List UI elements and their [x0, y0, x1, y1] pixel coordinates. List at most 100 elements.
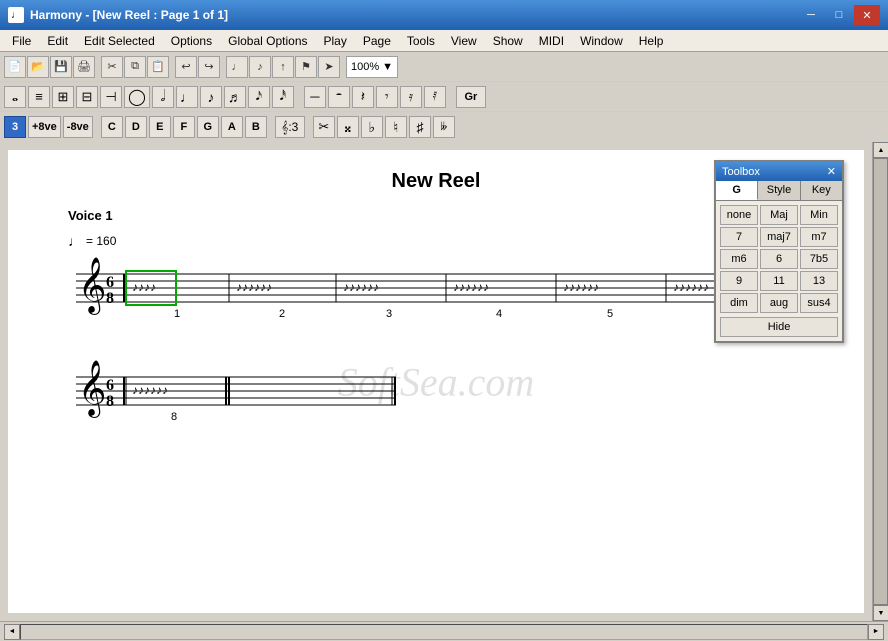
toolbox-hide-button[interactable]: Hide — [720, 317, 838, 337]
note-dotted-whole[interactable]: 𝅝 — [4, 86, 26, 108]
minus-8ve-btn[interactable]: -8ve — [63, 116, 93, 138]
chord-maj7[interactable]: maj7 — [760, 227, 798, 247]
flag-button[interactable]: ⚑ — [295, 56, 317, 78]
sharp-btn[interactable]: ♯ — [409, 116, 431, 138]
undo-button[interactable]: ↩ — [175, 56, 197, 78]
chord-13[interactable]: 13 — [800, 271, 838, 291]
note-b-btn[interactable]: B — [245, 116, 267, 138]
note-e-btn[interactable]: E — [149, 116, 171, 138]
note-64th[interactable]: 𝅘𝅥𝅰 — [272, 86, 294, 108]
paste-button[interactable]: 📋 — [147, 56, 169, 78]
arrow-up-button[interactable]: ↑ — [272, 56, 294, 78]
menu-item-options[interactable]: Options — [163, 32, 220, 50]
note-c-btn[interactable]: C — [101, 116, 123, 138]
scroll-left-button[interactable]: ◄ — [4, 624, 20, 640]
note-half[interactable]: 𝅗𝅥 — [152, 86, 174, 108]
cut-button[interactable]: ✂ — [101, 56, 123, 78]
flat-btn[interactable]: ♭ — [361, 116, 383, 138]
chord-7[interactable]: 7 — [720, 227, 758, 247]
chord-11[interactable]: 11 — [760, 271, 798, 291]
rest-whole[interactable]: ─ — [304, 86, 326, 108]
menu-item-page[interactable]: Page — [355, 32, 399, 50]
print-button[interactable]: 🖨 — [73, 56, 95, 78]
grid-view-btn[interactable]: ⊞ — [52, 86, 74, 108]
cut-btn[interactable]: ✂ — [313, 116, 335, 138]
rest-32nd[interactable]: 𝅀 — [424, 86, 446, 108]
grace-note-btn[interactable]: Gr — [456, 86, 486, 108]
note-g-btn[interactable]: G — [197, 116, 219, 138]
toolbox-tab-key[interactable]: Key — [801, 181, 842, 200]
rest-eighth[interactable]: 𝄾 — [376, 86, 398, 108]
note2-button[interactable]: ♪ — [249, 56, 271, 78]
double-sharp2-btn[interactable]: 𝄫 — [433, 116, 455, 138]
chord-sus4[interactable]: sus4 — [800, 293, 838, 313]
list-view-btn[interactable]: ≡ — [28, 86, 50, 108]
chord-7b5[interactable]: 7b5 — [800, 249, 838, 269]
scroll-up-button[interactable]: ▲ — [873, 142, 888, 158]
table-view-btn[interactable]: ⊟ — [76, 86, 98, 108]
page-content: SoftSea.com New Reel Voice 1 ♩ = 160 — [0, 142, 872, 621]
repeat-btn[interactable]: ⊣ — [100, 86, 122, 108]
redo-button[interactable]: ↪ — [198, 56, 220, 78]
rest-quarter[interactable]: 𝄽 — [352, 86, 374, 108]
open-button[interactable]: 📂 — [27, 56, 49, 78]
rest-half[interactable]: 𝄼 — [328, 86, 350, 108]
menu-item-play[interactable]: Play — [316, 32, 355, 50]
note-whole[interactable]: ◯ — [124, 86, 150, 108]
toolbox-tab-g[interactable]: G — [716, 181, 758, 200]
svg-text:2: 2 — [279, 308, 285, 320]
chord-aug[interactable]: aug — [760, 293, 798, 313]
chord-min[interactable]: Min — [800, 205, 838, 225]
toolbox-close-icon[interactable]: ✕ — [827, 165, 836, 178]
treble-clef-btn[interactable]: 𝄞:3 — [275, 116, 305, 138]
chord-m6[interactable]: m6 — [720, 249, 758, 269]
copy-button[interactable]: ⧉ — [124, 56, 146, 78]
octave-3-btn[interactable]: 3 — [4, 116, 26, 138]
note-sixteenth[interactable]: ♬ — [224, 86, 246, 108]
send-button[interactable]: ➤ — [318, 56, 340, 78]
note-32nd[interactable]: 𝅘𝅥𝅯 — [248, 86, 270, 108]
note-eighth[interactable]: ♪ — [200, 86, 222, 108]
svg-text:8: 8 — [106, 290, 114, 307]
menu-item-show[interactable]: Show — [485, 32, 531, 50]
toolbox-tab-style[interactable]: Style — [758, 181, 800, 200]
menu-item-midi[interactable]: MIDI — [531, 32, 572, 50]
save-button[interactable]: 💾 — [50, 56, 72, 78]
note-f-btn[interactable]: F — [173, 116, 195, 138]
chord-m7[interactable]: m7 — [800, 227, 838, 247]
natural-btn[interactable]: ♮ — [385, 116, 407, 138]
menu-item-edit-selected[interactable]: Edit Selected — [76, 32, 163, 50]
scroll-thumb[interactable] — [873, 158, 888, 605]
plus-8ve-btn[interactable]: +8ve — [28, 116, 61, 138]
menu-item-view[interactable]: View — [443, 32, 485, 50]
menu-bar: FileEditEdit SelectedOptionsGlobal Optio… — [0, 30, 888, 52]
scroll-right-button[interactable]: ► — [868, 624, 884, 640]
toolbar2: 𝅝 ≡ ⊞ ⊟ ⊣ ◯ 𝅗𝅥 ♩ ♪ ♬ 𝅘𝅥𝅯 𝅘𝅥𝅰 ─ 𝄼 𝄽 𝄾 𝄿 𝅀… — [0, 82, 888, 112]
new-button[interactable]: 📄 — [4, 56, 26, 78]
toolbox-grid: none Maj Min 7 maj7 m7 m6 6 7b5 9 11 13 — [720, 205, 838, 313]
menu-item-tools[interactable]: Tools — [399, 32, 443, 50]
minimize-button[interactable]: ─ — [798, 5, 824, 25]
rest-16th[interactable]: 𝄿 — [400, 86, 422, 108]
menu-item-edit[interactable]: Edit — [39, 32, 76, 50]
menu-item-global-options[interactable]: Global Options — [220, 32, 315, 50]
scroll-down-button[interactable]: ▼ — [873, 605, 888, 621]
double-sharp-btn[interactable]: 𝄪 — [337, 116, 359, 138]
note-d-btn[interactable]: D — [125, 116, 147, 138]
chord-maj[interactable]: Maj — [760, 205, 798, 225]
menu-item-help[interactable]: Help — [631, 32, 672, 50]
note-quarter[interactable]: ♩ — [176, 86, 198, 108]
maximize-button[interactable]: □ — [826, 5, 852, 25]
note-edit-button[interactable]: ♩ — [226, 56, 248, 78]
close-button[interactable]: ✕ — [854, 5, 880, 25]
work-area: SoftSea.com New Reel Voice 1 ♩ = 160 — [0, 142, 888, 621]
menu-item-window[interactable]: Window — [572, 32, 631, 50]
chord-none[interactable]: none — [720, 205, 758, 225]
chord-9[interactable]: 9 — [720, 271, 758, 291]
menu-item-file[interactable]: File — [4, 32, 39, 50]
chord-6[interactable]: 6 — [760, 249, 798, 269]
zoom-dropdown-icon[interactable]: ▼ — [382, 61, 393, 73]
chord-dim[interactable]: dim — [720, 293, 758, 313]
white-page[interactable]: SoftSea.com New Reel Voice 1 ♩ = 160 — [8, 150, 864, 613]
note-a-btn[interactable]: A — [221, 116, 243, 138]
